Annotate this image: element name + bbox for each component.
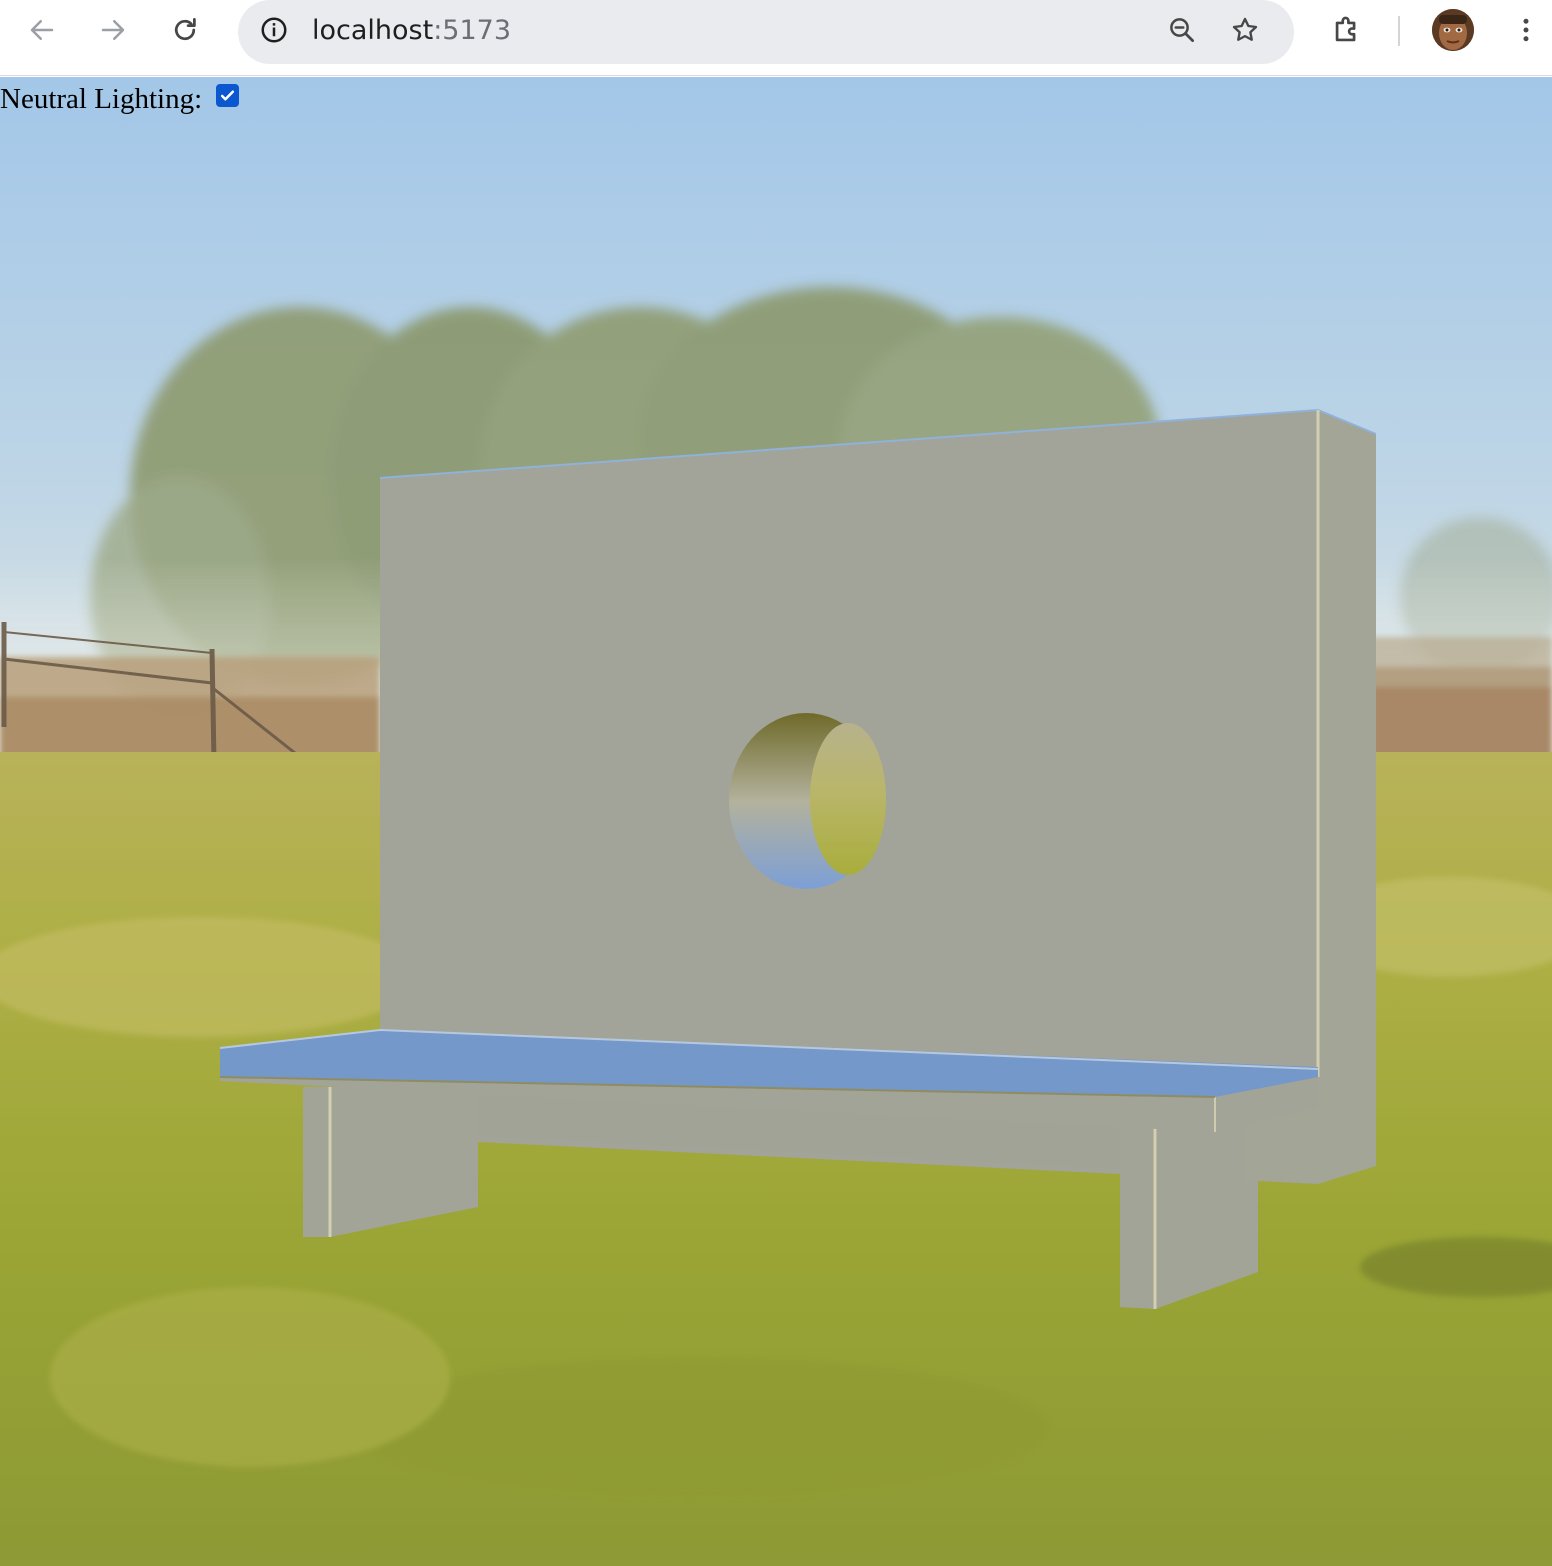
neutral-lighting-label: Neutral Lighting: xyxy=(0,82,203,115)
profile-button[interactable] xyxy=(1432,9,1474,51)
back-button[interactable] xyxy=(20,8,64,52)
avatar-icon xyxy=(1432,9,1474,51)
arrow-right-icon xyxy=(98,15,128,45)
arrow-left-icon xyxy=(27,15,57,45)
neutral-lighting-control: Neutral Lighting: xyxy=(0,82,240,116)
checkmark-icon xyxy=(219,79,236,112)
three-canvas[interactable]: Neutral Lighting: xyxy=(0,77,1552,1566)
neutral-lighting-checkbox[interactable] xyxy=(216,83,240,107)
scene-render xyxy=(0,77,1552,1566)
zoom-out-icon xyxy=(1167,15,1197,49)
site-info-button[interactable] xyxy=(252,10,296,54)
browser-toolbar: localhost:5173 xyxy=(0,0,1552,76)
address-bar[interactable]: localhost:5173 xyxy=(238,0,1294,64)
bookmark-button[interactable] xyxy=(1223,10,1267,54)
browser-menu-button[interactable] xyxy=(1504,8,1548,52)
url-text[interactable]: localhost:5173 xyxy=(312,14,511,48)
kebab-menu-icon xyxy=(1511,15,1541,45)
reload-icon xyxy=(170,15,200,45)
toolbar-divider xyxy=(1398,16,1400,46)
url-host: localhost xyxy=(312,15,434,46)
info-icon xyxy=(259,15,289,49)
puzzle-piece-icon xyxy=(1330,13,1364,47)
reload-button[interactable] xyxy=(163,8,207,52)
url-port: :5173 xyxy=(433,15,512,46)
zoom-button[interactable] xyxy=(1160,10,1204,54)
extensions-button[interactable] xyxy=(1325,8,1369,52)
forward-button[interactable] xyxy=(91,8,135,52)
star-icon xyxy=(1230,15,1260,49)
